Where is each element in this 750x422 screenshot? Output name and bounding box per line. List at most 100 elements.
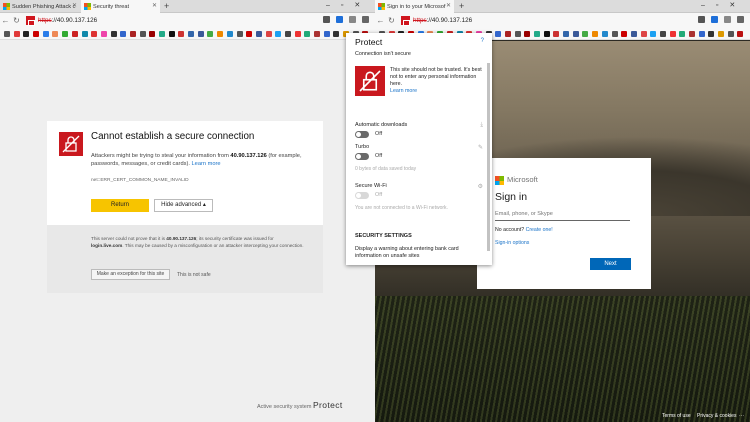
bookmark-icon[interactable] [23,30,30,37]
menu-icon[interactable] [737,16,744,23]
bookmark-icon[interactable] [592,30,599,37]
bookmark-icon[interactable] [621,30,628,37]
bookmark-icon[interactable] [708,30,715,37]
security-warning-icon[interactable] [26,16,35,26]
tab-security-threat[interactable]: Security threat ✕ [81,0,160,13]
next-button[interactable]: Next [590,258,631,270]
bookmark-icon[interactable] [572,30,579,37]
bookmark-icon[interactable] [504,30,511,37]
bookmark-icon[interactable] [689,30,695,37]
wifi-settings-icon[interactable]: ⚙ [478,183,483,190]
make-exception-button[interactable]: Make an exception for this site [91,269,170,280]
bookmark-icon[interactable] [197,30,204,37]
bookmark-icon[interactable] [659,30,666,37]
bookmark-icon[interactable] [275,30,282,37]
close-tab-icon[interactable]: ✕ [446,2,451,9]
bookmark-icon[interactable] [71,30,78,37]
bookmark-icon[interactable] [679,30,686,37]
help-icon[interactable]: ? [481,38,484,44]
bookmark-icon[interactable] [323,30,330,37]
bookmark-icon[interactable] [737,30,744,37]
bookmark-icon[interactable] [33,30,40,37]
tab-phishing-article[interactable]: Sudden Phishing Attack c ✕ [0,0,80,13]
download-settings-icon[interactable]: ⤓ [480,122,483,129]
bookmark-icon[interactable] [168,30,175,37]
bookmark-icon[interactable] [139,30,146,37]
reload-icon[interactable]: ↻ [386,16,397,25]
bookmark-icon[interactable] [81,30,88,37]
bookmark-icon[interactable] [524,30,531,37]
bookmark-icon[interactable] [727,30,734,37]
bookmark-icon[interactable] [650,30,657,37]
reload-icon[interactable]: ↻ [11,16,22,25]
learn-more-link[interactable]: Learn more [192,161,221,167]
learn-more-link[interactable]: Learn more [390,88,417,94]
download-icon[interactable] [349,16,356,23]
bookmark-icon[interactable] [294,30,301,37]
hide-advanced-button[interactable]: Hide advanced ▴ [154,199,213,212]
signin-options-link[interactable]: Sign-in options [495,240,529,246]
close-tab-icon[interactable]: ✕ [72,2,77,9]
new-tab-button[interactable]: + [164,1,169,11]
bookmark-icon[interactable] [284,30,291,37]
bookmark-icon[interactable] [553,30,560,37]
bookmark-icon[interactable] [514,30,521,37]
bookmark-icon[interactable] [640,30,647,37]
bookmark-icon[interactable] [718,30,725,37]
bookmark-icon[interactable] [601,30,608,37]
bookmark-icon[interactable] [265,30,272,37]
turbo-settings-icon[interactable]: ✎ [478,144,483,151]
bookmark-icon[interactable] [582,30,589,37]
protect-icon[interactable] [336,16,343,23]
bookmark-icon[interactable] [323,16,330,23]
new-tab-button[interactable]: + [459,1,464,11]
bookmark-icon[interactable] [543,30,550,37]
popup-scrollbar[interactable] [487,63,490,251]
window-controls[interactable]: –▫✕ [701,1,746,9]
bookmark-icon[interactable] [304,30,311,37]
tab-sign-in[interactable]: Sign in to your Microsof ✕ [375,0,454,13]
bookmark-icon[interactable] [246,30,253,37]
email-field[interactable] [495,208,630,221]
create-account-link[interactable]: Create one! [526,227,553,233]
bookmark-icon[interactable] [611,30,618,37]
turbo-toggle[interactable] [355,153,369,160]
download-icon[interactable] [724,16,731,23]
bookmark-icon[interactable] [226,30,233,37]
bookmark-icon[interactable] [159,30,165,37]
more-options-icon[interactable]: ··· [739,413,744,419]
bookmark-icon[interactable] [698,16,705,23]
bookmark-icon[interactable] [129,30,136,37]
privacy-link[interactable]: Privacy & cookies [697,413,736,419]
bookmark-icon[interactable] [4,30,10,37]
auto-downloads-toggle[interactable] [355,131,369,138]
bookmark-icon[interactable] [563,30,570,37]
url-field[interactable]: https://40.90.137.126 [413,17,472,24]
bookmark-icon[interactable] [13,30,20,37]
bookmark-icon[interactable] [255,30,262,37]
back-icon[interactable]: ← [0,16,11,25]
bookmark-icon[interactable] [698,30,705,37]
url-field[interactable]: https://40.90.137.126 [38,17,97,24]
close-tab-icon[interactable]: ✕ [152,2,157,9]
bookmark-icon[interactable] [217,30,224,37]
security-warning-icon[interactable] [401,16,410,26]
bookmark-icon[interactable] [207,30,214,37]
terms-link[interactable]: Terms of use [662,413,691,419]
bookmark-icon[interactable] [495,30,502,37]
bookmark-icon[interactable] [669,30,676,37]
bookmark-icon[interactable] [110,30,117,37]
back-icon[interactable]: ← [375,16,386,25]
bookmark-icon[interactable] [91,30,98,37]
bookmark-icon[interactable] [100,30,107,37]
window-controls[interactable]: –▫✕ [326,1,371,9]
bookmark-icon[interactable] [534,30,540,37]
bookmark-icon[interactable] [42,30,49,37]
return-button[interactable]: Return [91,199,149,212]
bookmark-icon[interactable] [120,30,127,37]
bookmark-icon[interactable] [149,30,156,37]
bookmark-icon[interactable] [62,30,69,37]
wifi-toggle[interactable] [355,192,369,199]
bookmark-icon[interactable] [630,30,637,37]
bookmark-icon[interactable] [188,30,195,37]
